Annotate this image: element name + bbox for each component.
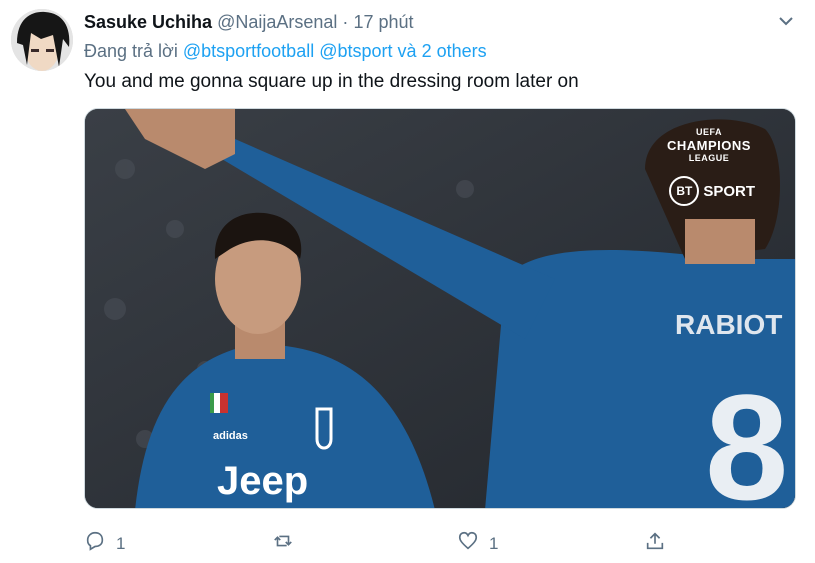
mention-link[interactable]: @btsportfootball	[183, 41, 314, 61]
reply-count: 1	[116, 533, 126, 553]
adidas-label: adidas	[213, 430, 248, 442]
timestamp[interactable]: 17 phút	[353, 12, 413, 32]
bt-sport-text: SPORT	[703, 182, 755, 200]
reply-button[interactable]: 1	[84, 530, 125, 557]
ucl-top-text: UEFA	[695, 127, 722, 137]
tweet-header: Sasuke Uchiha @NaijaArsenal · 17 phút	[84, 11, 414, 33]
bt-sport-logo: BT SPORT	[669, 176, 755, 206]
tweet-actions: 1 1	[84, 530, 796, 558]
share-button[interactable]	[644, 530, 666, 557]
separator-dot: ·	[342, 12, 349, 32]
chevron-down-icon[interactable]	[777, 12, 795, 30]
reply-and: và	[397, 41, 417, 61]
reply-context: Đang trả lời @btsportfootball @btsport v…	[84, 40, 487, 62]
others-link[interactable]: 2 others	[422, 41, 487, 61]
reply-prefix: Đang trả lời	[84, 41, 178, 61]
reply-icon	[84, 530, 106, 557]
share-icon	[644, 530, 666, 557]
avatar[interactable]	[11, 9, 73, 71]
display-name[interactable]: Sasuke Uchiha	[84, 12, 212, 32]
jersey-name-text: RABIOT	[675, 309, 782, 340]
champions-league-logo: UEFA CHAMPIONS LEAGUE	[659, 127, 759, 164]
bt-mark: BT	[669, 176, 700, 206]
jersey-number-text: 8	[705, 363, 788, 509]
heart-icon	[457, 530, 479, 557]
retweet-icon	[272, 530, 294, 557]
user-handle[interactable]: @NaijaArsenal	[217, 12, 337, 32]
like-count: 1	[489, 533, 499, 553]
tweet-text: You and me gonna square up in the dressi…	[84, 71, 579, 92]
tweet-photo[interactable]: RABIOT 8 adidas Jeep UEFA CHAMPIONS LEAG…	[84, 108, 796, 509]
like-button[interactable]: 1	[457, 530, 498, 557]
ucl-league-text: LEAGUE	[688, 153, 730, 163]
ucl-name-text: CHAMPIONS	[667, 138, 751, 153]
retweet-button[interactable]	[272, 530, 304, 557]
mention-link[interactable]: @btsport	[319, 41, 392, 61]
jersey-sponsor-text: Jeep	[217, 459, 308, 503]
